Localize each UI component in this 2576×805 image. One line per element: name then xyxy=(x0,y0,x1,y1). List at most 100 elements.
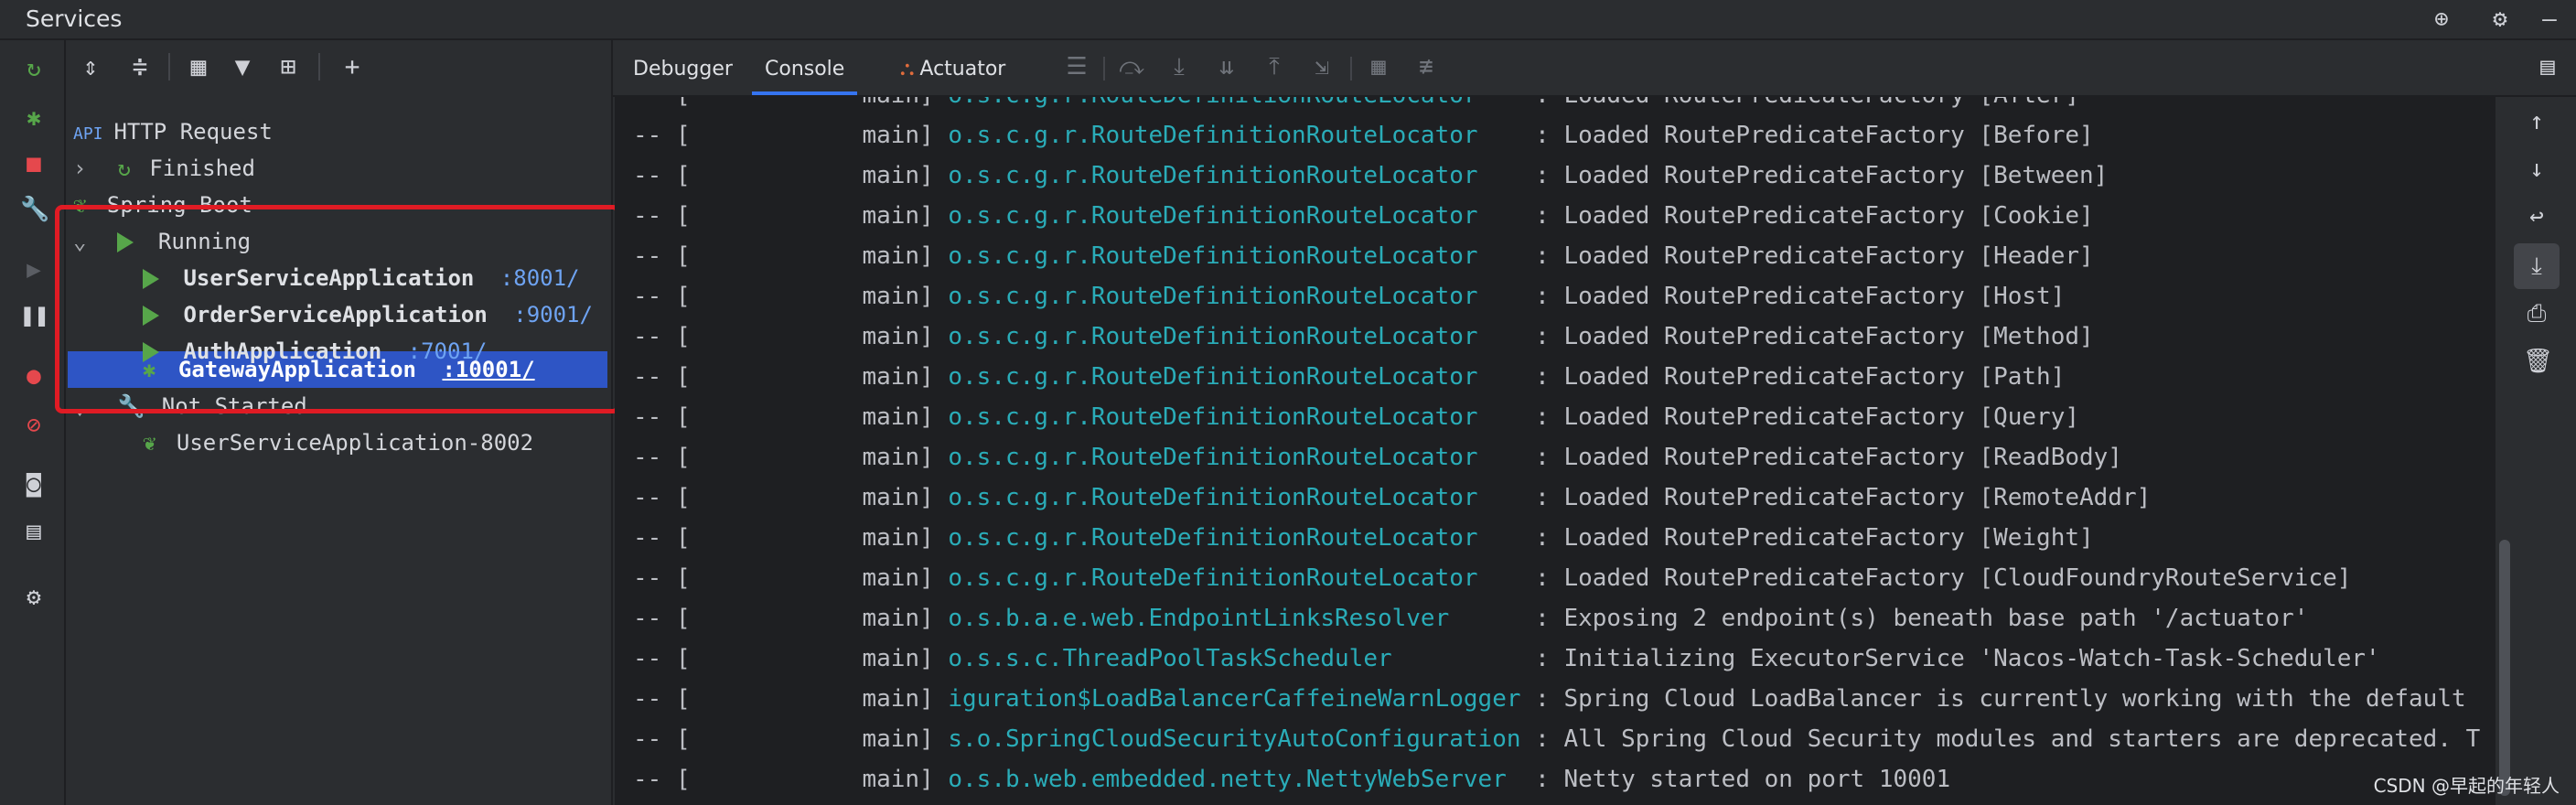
console-line: -- [ main] o.s.c.g.r.RouteDefinitionRout… xyxy=(633,357,2065,397)
scroll-down-icon[interactable]: ↓ xyxy=(2523,156,2550,183)
scroll-to-end-icon[interactable]: ⤓ xyxy=(2523,252,2550,280)
tree-toolbar: ⇕ ≑ ▦ ▼ ⊞ + xyxy=(66,40,611,93)
console-scrollbar[interactable] xyxy=(2499,540,2510,796)
console-line: -- [ main] o.s.c.g.r.RouteDefinitionRout… xyxy=(633,558,2351,598)
node-label: UserServiceApplication-8002 xyxy=(176,430,534,456)
thread-prefix: -- [ main] xyxy=(633,766,949,793)
step-over-icon[interactable]: ⤼ xyxy=(1118,53,1145,80)
rerun-small-icon: ↻ xyxy=(117,156,131,181)
pause-icon[interactable]: ❚❚ xyxy=(20,302,48,329)
console-line: -- [ main] o.s.c.g.r.RouteDefinitionRout… xyxy=(633,156,2108,196)
step-out-icon[interactable]: ⤒ xyxy=(1261,53,1288,80)
logger-name[interactable]: o.s.c.g.r.RouteDefinitionRouteLocator xyxy=(948,524,1520,552)
rerun-icon[interactable]: ↻ xyxy=(20,55,48,82)
actuator-icon: ⛬ xyxy=(900,58,915,80)
resume-icon[interactable]: ▶ xyxy=(20,256,48,284)
console-line: -- [ main] o.s.c.g.r.RouteDefinitionRout… xyxy=(633,97,2079,115)
logger-name[interactable]: iguration$LoadBalancerCaffeineWarnLogger xyxy=(948,685,1520,713)
tab-console[interactable]: Console xyxy=(752,51,858,95)
mute-breakpoints-icon[interactable]: ⊘ xyxy=(20,412,48,439)
log-message: : Initializing ExecutorService 'Nacos-Wa… xyxy=(1520,645,2380,672)
thread-prefix: -- [ main] xyxy=(633,323,949,350)
console-toolbar: Debugger Console ⛬ Actuator ☰ ⤼ ⤓ ⇊ ⤒ ⇲ ▦… xyxy=(613,40,2576,97)
run-to-cursor-icon[interactable]: ⇲ xyxy=(1308,53,1336,80)
services-action-strip: ↻ ✱ ■ 🔧 ▶ ❚❚ ● ⊘ ◙ ▤ ⚙ xyxy=(0,40,66,805)
console-line: -- [ main] o.s.b.a.e.web.EndpointLinksRe… xyxy=(633,598,2308,639)
logger-name[interactable]: o.s.c.g.r.RouteDefinitionRouteLocator xyxy=(948,97,1520,109)
window-title: Services xyxy=(26,5,123,32)
log-message: : Loaded RoutePredicateFactory [After] xyxy=(1521,97,2079,109)
logger-name[interactable]: s.o.SpringCloudSecurityAutoConfiguration xyxy=(948,725,1520,753)
thread-prefix: -- [ main] xyxy=(633,97,948,109)
toolbar-separator xyxy=(318,53,320,80)
stop-icon[interactable]: ■ xyxy=(20,150,48,177)
console-line: -- [ main] o.s.c.g.r.RouteDefinitionRout… xyxy=(633,437,2122,478)
filter-icon[interactable]: ▼ xyxy=(227,51,258,82)
logger-name[interactable]: o.s.c.g.r.RouteDefinitionRouteLocator xyxy=(948,283,1520,310)
log-message: : Exposing 2 endpoint(s) beneath base pa… xyxy=(1520,605,2309,632)
wrench-icon[interactable]: 🔧 xyxy=(20,196,49,223)
logger-name[interactable]: o.s.c.g.r.RouteDefinitionRouteLocator xyxy=(948,202,1520,230)
collapse-all-icon[interactable]: ≑ xyxy=(124,51,156,82)
thread-prefix: -- [ main] xyxy=(633,403,949,431)
group-icon[interactable]: ▦ xyxy=(183,51,214,82)
camera-icon[interactable]: ◙ xyxy=(20,470,48,498)
force-step-into-icon[interactable]: ⇊ xyxy=(1213,53,1240,80)
tab-actuator[interactable]: ⛬ Actuator xyxy=(900,51,1005,91)
soft-wrap-icon[interactable]: ↩ xyxy=(2523,203,2550,231)
tab-label: Actuator xyxy=(919,58,1006,80)
thread-prefix: -- [ main] xyxy=(633,242,949,270)
logger-name[interactable]: o.s.c.g.r.RouteDefinitionRouteLocator xyxy=(948,403,1520,431)
logger-name[interactable]: o.s.b.a.e.web.EndpointLinksResolver xyxy=(948,605,1520,632)
trash-icon[interactable]: 🗑 xyxy=(2523,348,2553,375)
expand-all-icon[interactable]: ⇕ xyxy=(75,51,106,82)
thread-prefix: -- [ main] xyxy=(633,162,949,189)
node-label: HTTP Request xyxy=(113,119,273,145)
tree-node-http-request[interactable]: API HTTP Request xyxy=(73,113,273,150)
logger-name[interactable]: o.s.c.g.r.RouteDefinitionRouteLocator xyxy=(948,122,1520,149)
step-into-icon[interactable]: ⤓ xyxy=(1165,53,1193,80)
print-icon[interactable]: ⎙ xyxy=(2523,300,2550,327)
logger-name[interactable]: o.s.c.g.r.RouteDefinitionRouteLocator xyxy=(948,564,1520,592)
settings-icon[interactable]: ⚙ xyxy=(20,584,48,611)
highlight-box xyxy=(55,205,620,413)
evaluate-icon[interactable]: ▦ xyxy=(1365,53,1392,80)
logger-name[interactable]: o.s.s.c.ThreadPoolTaskScheduler xyxy=(948,645,1520,672)
log-message: : Loaded RoutePredicateFactory [Between] xyxy=(1520,162,2109,189)
thread-prefix: -- [ main] xyxy=(633,122,949,149)
logger-name[interactable]: o.s.c.g.r.RouteDefinitionRouteLocator xyxy=(948,363,1520,391)
breakpoint-icon[interactable]: ● xyxy=(20,362,48,390)
tree-node-finished[interactable]: › ↻ Finished xyxy=(73,150,255,187)
trace-icon[interactable]: ≢ xyxy=(1412,53,1440,80)
console-line: -- [ main] o.s.c.g.r.RouteDefinitionRout… xyxy=(633,478,2151,518)
logger-name[interactable]: o.s.b.web.embedded.netty.NettyWebServer xyxy=(948,766,1520,793)
add-icon[interactable]: + xyxy=(337,51,368,82)
node-label: Finished xyxy=(149,156,255,181)
logger-name[interactable]: o.s.c.g.r.RouteDefinitionRouteLocator xyxy=(948,162,1520,189)
console-line: -- [ main] o.s.c.g.r.RouteDefinitionRout… xyxy=(633,236,2094,276)
scroll-up-icon[interactable]: ↑ xyxy=(2523,108,2550,135)
tab-debugger[interactable]: Debugger xyxy=(633,51,733,91)
minimize-icon[interactable]: — xyxy=(2536,5,2563,33)
layout-icon[interactable]: ▤ xyxy=(2534,53,2561,80)
menu-lines-icon[interactable]: ☰ xyxy=(1063,53,1090,80)
debug-icon[interactable]: ✱ xyxy=(20,104,48,132)
console-line: -- [ main] o.s.s.c.ThreadPoolTaskSchedul… xyxy=(633,639,2380,679)
logger-name[interactable]: o.s.c.g.r.RouteDefinitionRouteLocator xyxy=(948,242,1520,270)
console-output[interactable]: -- [ main] o.s.c.g.r.RouteDefinitionRout… xyxy=(615,97,2494,805)
new-tab-icon[interactable]: ⊞ xyxy=(273,51,304,82)
thread-prefix: -- [ main] xyxy=(633,564,949,592)
gear-icon[interactable]: ⚙ xyxy=(2486,5,2514,33)
thread-prefix: -- [ main] xyxy=(633,283,949,310)
log-message: : Loaded RoutePredicateFactory [Cookie] xyxy=(1520,202,2094,230)
layout-icon[interactable]: ▤ xyxy=(20,518,48,545)
logger-name[interactable]: o.s.c.g.r.RouteDefinitionRouteLocator xyxy=(948,323,1520,350)
crosshair-icon[interactable]: ⊕ xyxy=(2428,5,2455,33)
tree-node-userservice-8002[interactable]: ❦ UserServiceApplication-8002 xyxy=(143,424,533,461)
console-line: -- [ main] o.s.c.g.r.RouteDefinitionRout… xyxy=(633,115,2094,156)
log-message: : Loaded RoutePredicateFactory [Path] xyxy=(1520,363,2066,391)
log-message: : Loaded RoutePredicateFactory [RemoteAd… xyxy=(1520,484,2152,511)
logger-name[interactable]: o.s.c.g.r.RouteDefinitionRouteLocator xyxy=(948,444,1520,471)
logger-name[interactable]: o.s.c.g.r.RouteDefinitionRouteLocator xyxy=(948,484,1520,511)
chevron-right-icon[interactable]: › xyxy=(73,150,104,187)
